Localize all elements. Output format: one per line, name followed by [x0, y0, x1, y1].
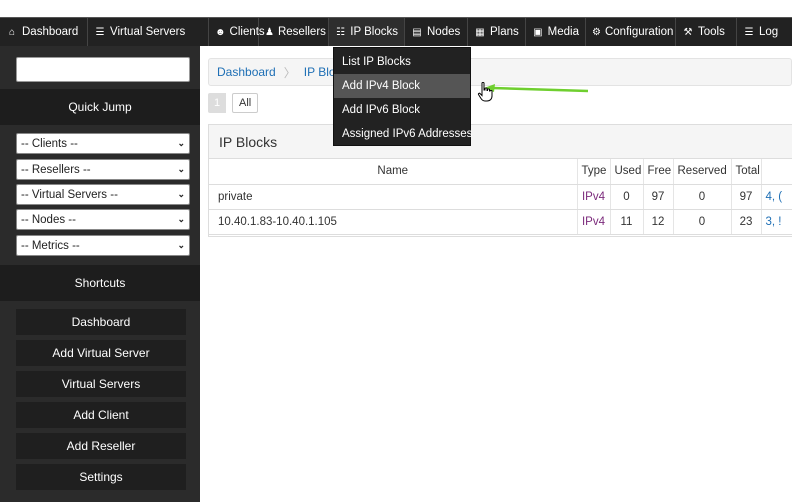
cell-total: 97	[731, 184, 762, 210]
nav-label: Log	[759, 26, 779, 38]
shortcuts-header: Shortcuts	[0, 265, 200, 301]
gear-icon: ⚙	[592, 26, 601, 38]
cell-name: 10.40.1.83-10.40.1.105	[209, 209, 578, 235]
chevron-down-icon: ⌄	[177, 138, 185, 148]
nav-label: IP Blocks	[350, 26, 398, 38]
col-name[interactable]: Name	[209, 159, 578, 185]
panel-title: IP Blocks	[209, 125, 792, 159]
hand-cursor-icon	[477, 82, 493, 102]
main-nav: ⌂ Dashboard ☰ Virtual Servers ☻ Clients ♟ Re…	[0, 18, 792, 46]
chevron-down-icon: ⌄	[177, 164, 185, 174]
col-free[interactable]: Free	[643, 159, 674, 185]
shortcut-add-reseller-button[interactable]: Add Reseller	[16, 433, 186, 459]
nav-ip-blocks[interactable]: ☷ IP Blocks	[329, 18, 405, 46]
cell-name: private	[209, 184, 578, 210]
menu-item-add-ipv4-block[interactable]: Add IPv4 Block	[334, 74, 470, 98]
nav-dashboard[interactable]: ⌂ Dashboard	[0, 18, 88, 46]
nav-label: Virtual Servers	[110, 26, 186, 38]
menu-item-assigned-ipv6-addresses[interactable]: Assigned IPv6 Addresses	[334, 122, 472, 146]
menu-item-add-ipv6-block[interactable]: Add IPv6 Block	[334, 98, 470, 122]
table-icon: ▦	[475, 26, 485, 38]
ip-blocks-dropdown-menu: List IP Blocks Add IPv4 Block Add IPv6 B…	[333, 47, 472, 146]
nav-nodes[interactable]: ▤ Nodes	[405, 18, 468, 46]
shortcut-virtual-servers-button[interactable]: Virtual Servers	[16, 371, 186, 397]
col-used[interactable]: Used	[610, 159, 644, 185]
nav-label: Media	[547, 26, 579, 38]
menu-item-list-ip-blocks[interactable]: List IP Blocks	[334, 50, 470, 74]
log-icon: ☰	[744, 26, 754, 38]
breadcrumb-dashboard-link[interactable]: Dashboard	[217, 65, 276, 79]
shortcut-add-virtual-server-button[interactable]: Add Virtual Server	[16, 340, 186, 366]
table-row[interactable]: 10.40.1.83-10.40.1.105 IPv4 11 12 0 23 3…	[209, 209, 792, 235]
col-reserved[interactable]: Reserved	[673, 159, 732, 185]
select-value: -- Virtual Servers --	[21, 188, 118, 201]
nav-configuration[interactable]: ⚙ Configuration	[586, 18, 676, 46]
cell-used: 0	[610, 184, 644, 210]
breadcrumb: Dashboard 〉 IP Block	[208, 58, 792, 86]
cell-free: 12	[643, 209, 674, 235]
metrics-select[interactable]: -- Metrics -- ⌄	[16, 235, 190, 256]
clients-select[interactable]: -- Clients -- ⌄	[16, 133, 190, 154]
cell-free: 97	[643, 184, 674, 210]
nav-label: Configuration	[604, 26, 674, 38]
nav-resellers[interactable]: ♟ Resellers	[259, 18, 329, 46]
page-all-button[interactable]: All	[232, 93, 259, 113]
users-icon: ☻	[215, 26, 226, 38]
select-value: -- Metrics --	[21, 239, 80, 252]
quick-jump-header: Quick Jump	[0, 89, 200, 125]
table-header-row: Name Type Used Free Reserved Total	[209, 159, 792, 185]
nav-label: Tools	[698, 26, 725, 38]
cell-actions-link[interactable]: 3, !	[761, 209, 792, 235]
nav-virtual-servers[interactable]: ☰ Virtual Servers	[88, 18, 209, 46]
home-icon: ⌂	[8, 26, 16, 38]
ip-blocks-table: Name Type Used Free Reserved Total priva…	[209, 159, 792, 235]
cell-type: IPv4	[577, 184, 611, 210]
table-row[interactable]: private IPv4 0 97 0 97 4, (	[209, 184, 792, 210]
nav-clients[interactable]: ☻ Clients	[209, 18, 265, 46]
col-actions	[761, 159, 792, 185]
wrench-icon: ⚒	[683, 26, 693, 38]
page-number[interactable]: 1	[208, 93, 226, 113]
pagination: 1 All	[208, 93, 259, 113]
nav-label: Dashboard	[22, 26, 79, 38]
cell-total: 23	[731, 209, 762, 235]
cell-type: IPv4	[577, 209, 611, 235]
nodes-select[interactable]: -- Nodes -- ⌄	[16, 209, 190, 230]
nav-label: Plans	[490, 26, 519, 38]
grid-icon: ☷	[336, 26, 346, 38]
user-icon: ♟	[265, 26, 274, 38]
resellers-select[interactable]: -- Resellers -- ⌄	[16, 159, 190, 180]
ip-blocks-panel: IP Blocks Name Type Used Free Reserved T…	[208, 124, 792, 237]
nav-label: Nodes	[427, 26, 461, 38]
cell-used: 11	[610, 209, 644, 235]
pointer-arrow-icon	[484, 84, 589, 93]
media-icon: ▣	[533, 26, 543, 38]
nav-plans[interactable]: ▦ Plans	[468, 18, 526, 46]
nav-log[interactable]: ☰ Log	[737, 18, 792, 46]
shortcut-add-client-button[interactable]: Add Client	[16, 402, 186, 428]
virtual-servers-select[interactable]: -- Virtual Servers -- ⌄	[16, 184, 190, 205]
server-icon: ▤	[412, 26, 422, 38]
nav-tools[interactable]: ⚒ Tools	[676, 18, 737, 46]
select-value: -- Nodes --	[21, 213, 76, 226]
top-margin	[0, 0, 792, 17]
cell-actions-link[interactable]: 4, (	[761, 184, 792, 210]
col-total[interactable]: Total	[731, 159, 762, 185]
sidebar-search-input[interactable]	[16, 57, 190, 82]
nav-label: Resellers	[277, 26, 326, 38]
chevron-down-icon: ⌄	[177, 189, 185, 199]
chevron-down-icon: ⌄	[177, 214, 185, 224]
cell-reserved: 0	[673, 209, 732, 235]
select-value: -- Resellers --	[21, 163, 91, 176]
shortcut-dashboard-button[interactable]: Dashboard	[16, 309, 186, 335]
breadcrumb-separator: 〉	[283, 65, 296, 80]
sidebar: Quick Jump -- Clients -- ⌄ -- Resellers -…	[0, 46, 200, 502]
col-type[interactable]: Type	[577, 159, 611, 185]
cell-reserved: 0	[673, 184, 732, 210]
chevron-down-icon: ⌄	[177, 240, 185, 250]
nav-media[interactable]: ▣ Media	[526, 18, 586, 46]
select-value: -- Clients --	[21, 137, 78, 150]
shortcut-settings-button[interactable]: Settings	[16, 464, 186, 490]
list-icon: ☰	[95, 26, 105, 38]
